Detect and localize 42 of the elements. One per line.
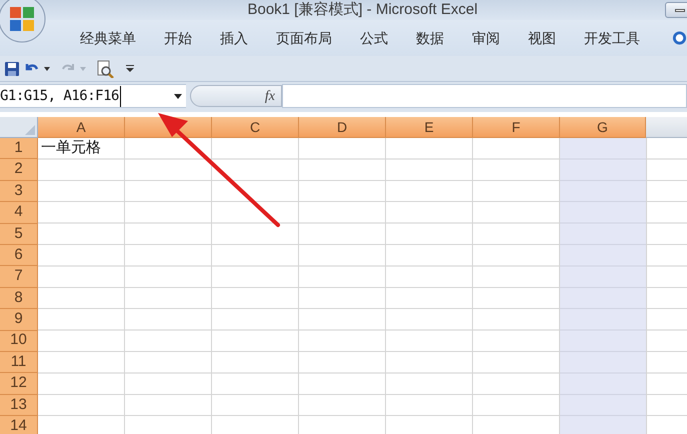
caret-icon[interactable] (44, 66, 50, 70)
row-header[interactable]: 2 (0, 159, 38, 181)
office-button[interactable] (0, 0, 47, 44)
ribbon-tab[interactable]: 开发工具 (570, 25, 654, 51)
ribbon-tab[interactable]: 视图 (514, 25, 570, 51)
formula-input[interactable] (282, 84, 687, 108)
column-header[interactable]: F (473, 117, 560, 138)
row-header[interactable]: 5 (0, 224, 38, 245)
dropdown-caret-icon[interactable] (174, 94, 182, 98)
minimize-button[interactable] (665, 2, 687, 18)
row-header[interactable]: 8 (0, 288, 38, 310)
column-header[interactable]: E (386, 117, 473, 138)
table-cell-text: 一单元格 (41, 138, 101, 158)
ribbon-tab[interactable]: 页面布局 (262, 25, 346, 51)
save-icon[interactable] (4, 60, 20, 76)
row-header[interactable]: 3 (0, 180, 38, 202)
row-header[interactable]: 7 (0, 266, 38, 288)
row-header[interactable]: 13 (0, 394, 38, 416)
formula-bar-handle[interactable]: fx (190, 85, 282, 107)
row-header[interactable]: 4 (0, 202, 38, 224)
column-header[interactable]: G (560, 117, 646, 138)
row-header[interactable]: 9 (0, 309, 38, 331)
column-header[interactable]: C (212, 117, 299, 138)
row-header[interactable]: 11 (0, 352, 38, 374)
window-title: Book1 [兼容模式] - Microsoft Excel (247, 0, 478, 20)
row-header[interactable]: 1 (0, 138, 38, 160)
column-header[interactable]: A (38, 117, 125, 138)
customize-caret-icon[interactable] (126, 65, 134, 72)
ribbon-tab[interactable]: 经典菜单 (66, 25, 150, 51)
name-box[interactable]: G1:G15, A16:F16 (0, 84, 186, 108)
ribbon-tab[interactable]: 插入 (206, 25, 262, 51)
ribbon-tab[interactable]: 数据 (402, 25, 458, 51)
function-button[interactable]: fx (264, 86, 275, 106)
row-header[interactable]: 6 (0, 244, 38, 266)
row-header[interactable]: 14 (0, 416, 38, 434)
ribbon-tab[interactable]: 开始 (150, 25, 206, 51)
print-preview-icon[interactable] (96, 60, 114, 78)
row-header[interactable]: 10 (0, 330, 38, 352)
row-header[interactable]: 12 (0, 373, 38, 395)
ribbon-tab[interactable]: 公式 (346, 25, 402, 51)
column-header[interactable]: D (299, 117, 386, 138)
ribbon-tab[interactable]: 审阅 (458, 25, 514, 51)
